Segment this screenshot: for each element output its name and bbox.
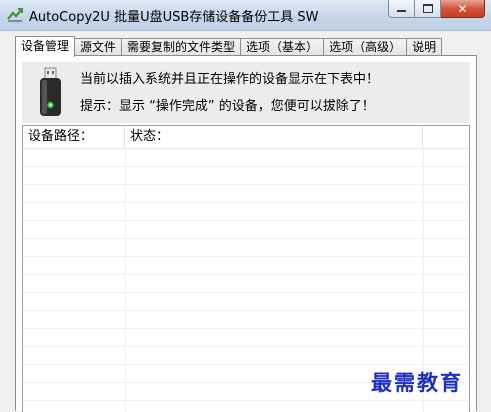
list-grid-row — [23, 328, 469, 347]
tab-options-advanced[interactable]: 选项（高级） — [323, 38, 408, 56]
maximize-icon — [422, 4, 433, 13]
tab-file-types[interactable]: 需要复制的文件类型 — [121, 38, 242, 56]
list-grid-row — [23, 292, 469, 311]
watermark-text: 最需教育 — [371, 370, 463, 395]
list-grid-column-line — [125, 148, 126, 412]
maximize-button[interactable] — [415, 0, 441, 18]
list-grid-row — [23, 400, 469, 412]
close-icon: ✕ — [457, 1, 468, 16]
info-banner: 当前以插入系统并且正在操作的设备显示在下表中！ 提示：显示 “操作完成” 的设备… — [22, 62, 470, 123]
close-button[interactable]: ✕ — [441, 0, 485, 18]
list-grid-row — [23, 256, 469, 275]
app-icon — [7, 8, 23, 22]
list-grid-row — [23, 274, 469, 293]
title-bar: AutoCopy2U 批量U盘USB存储设备备份工具 SW ✕ — [0, 0, 491, 31]
info-message-devices: 当前以插入系统并且正在操作的设备显示在下表中！ — [80, 72, 380, 87]
column-header-empty — [423, 126, 469, 148]
tab-bar: 设备管理 源文件 需要复制的文件类型 选项（基本） 选项（高级） 说明 — [15, 36, 443, 57]
info-message-tip: 提示：显示 “操作完成” 的设备，您便可以拔除了！ — [80, 99, 375, 114]
tab-source-files[interactable]: 源文件 — [74, 38, 123, 56]
column-header-device-path[interactable]: 设备路径： — [23, 126, 125, 148]
list-grid-row — [23, 184, 469, 203]
tab-help[interactable]: 说明 — [406, 38, 443, 56]
list-grid-row — [23, 148, 469, 167]
list-grid-row — [23, 238, 469, 257]
column-header-status[interactable]: 状态： — [125, 126, 423, 148]
tab-device-management[interactable]: 设备管理 — [15, 36, 76, 57]
minimize-button[interactable] — [388, 0, 415, 18]
list-grid-row — [23, 166, 469, 185]
list-grid-row — [23, 202, 469, 221]
list-grid-row — [23, 310, 469, 329]
window-controls: ✕ — [388, 0, 485, 19]
window-title: AutoCopy2U 批量U盘USB存储设备备份工具 SW — [29, 10, 319, 25]
device-list-header: 设备路径： 状态： — [23, 126, 469, 149]
list-grid-row — [23, 346, 469, 365]
usb-drive-icon — [40, 67, 61, 116]
device-management-panel: 当前以插入系统并且正在操作的设备显示在下表中！ 提示：显示 “操作完成” 的设备… — [15, 55, 477, 412]
minimize-icon — [397, 9, 406, 12]
tab-options-basic[interactable]: 选项（基本） — [240, 38, 325, 56]
list-grid-row — [23, 220, 469, 239]
